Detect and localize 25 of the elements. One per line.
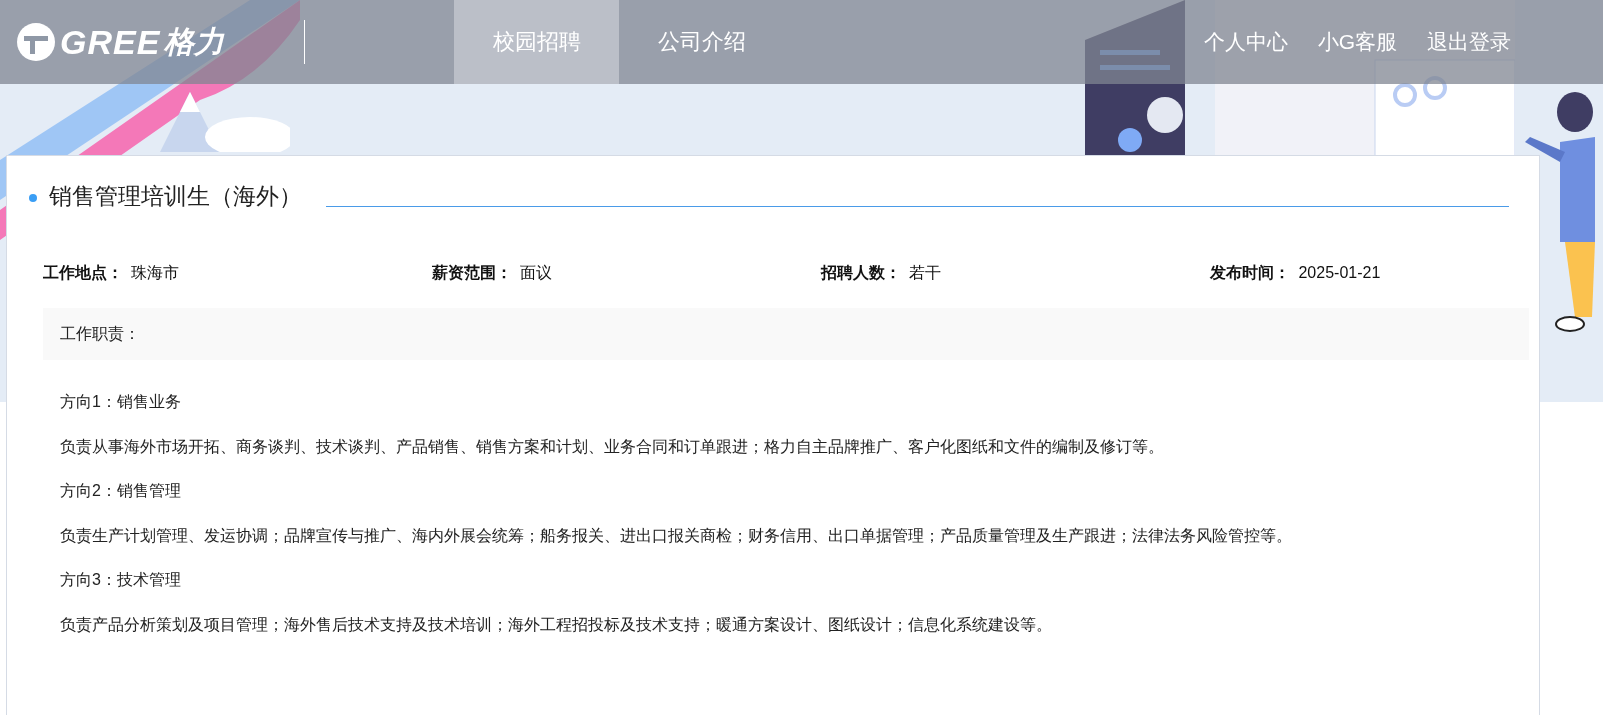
nav-tab[interactable]: 校园招聘 — [454, 0, 619, 84]
info-label: 薪资范围： — [432, 263, 512, 281]
info-label: 招聘人数： — [821, 263, 901, 281]
nav-link[interactable]: 个人中心 — [1203, 28, 1288, 56]
logo-icon — [16, 22, 56, 62]
info-label: 工作地点： — [43, 263, 123, 281]
description-text: 方向3：技术管理 — [60, 570, 182, 590]
info-value: 面议 — [520, 263, 553, 281]
info-label: 发布时间： — [1210, 263, 1290, 281]
section-heading: 工作职责： — [60, 323, 140, 344]
logo-text: 格力 — [164, 22, 225, 61]
info-value: 若干 — [909, 263, 942, 281]
description-text: 方向2：销售管理 — [60, 481, 182, 501]
nav-link[interactable]: 小G客服 — [1317, 28, 1397, 56]
description-text: 负责产品分析策划及项目管理；海外售后技术支持及技术培训；海外工程招投标及技术支持；暖通方案设计、图纸设计；信息化系统建设等。 — [60, 614, 1053, 635]
info-value: 珠海市 — [131, 263, 180, 281]
nav-link[interactable]: 退出登录 — [1427, 28, 1511, 56]
description-text: 负责生产计划管理、发运协调；品牌宣传与推广、海内外展会统筹；船务报关、进出口报关商检；财务信用、出口单据管理；产品质量管理及生产跟进；法律法务风险管控等。 — [60, 525, 1293, 546]
info-value: 2025-01-21 — [1298, 263, 1381, 281]
description-text: 方向1：销售业务 — [60, 392, 182, 412]
bullet-icon — [29, 194, 37, 202]
nav-tab[interactable]: 公司介绍 — [619, 0, 784, 84]
job-title: 销售管理培训生（海外） — [49, 181, 302, 211]
description-text: 负责从事海外市场开拓、商务谈判、技术谈判、产品销售、销售方案和计划、业务合同和订单跟进；格力自主品牌推广、客户化图纸和文件的编制及修订等。 — [60, 436, 1165, 457]
logo-text: GREE — [60, 22, 161, 62]
